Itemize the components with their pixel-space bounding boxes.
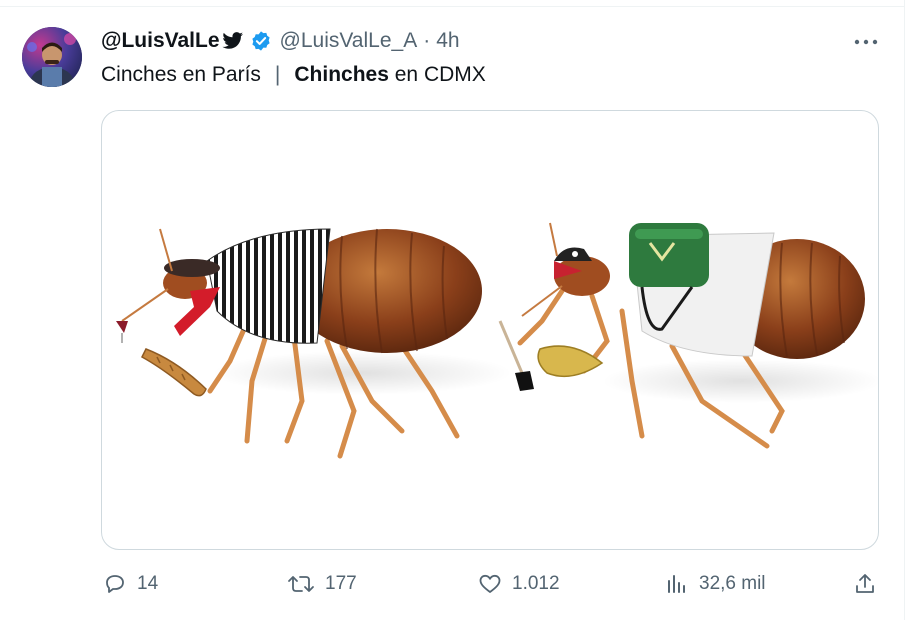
more-options-icon[interactable]: [852, 30, 880, 54]
reply-icon: [103, 572, 127, 596]
avatar[interactable]: [22, 27, 82, 87]
bedbug-paris: [116, 228, 512, 459]
tweet-text-part2: en CDMX: [388, 63, 486, 86]
right-divider: [904, 0, 905, 620]
like-icon: [478, 572, 502, 596]
bird-icon: [221, 31, 244, 51]
tweet-media[interactable]: [101, 110, 879, 550]
share-button[interactable]: [853, 566, 877, 602]
retweet-button[interactable]: 177: [287, 566, 357, 602]
tweet-text-bold: Chinches: [294, 63, 389, 86]
retweet-icon: [287, 572, 315, 596]
separator-dot: ·: [423, 29, 431, 52]
views-icon: [665, 572, 689, 596]
display-name[interactable]: @LuisValLe: [101, 29, 220, 53]
avatar-image: [22, 27, 82, 87]
like-count: 1.012: [512, 573, 560, 594]
tweet-actions: 14 177 1.012 32,6 mil: [101, 566, 881, 602]
tweet-text-separator: |: [274, 63, 281, 86]
timestamp[interactable]: 4h: [436, 29, 459, 53]
retweet-count: 177: [325, 573, 357, 594]
tweet-text: Cinches en París | Chinches en CDMX: [101, 63, 486, 87]
top-divider: [0, 6, 905, 7]
verified-badge-icon[interactable]: [250, 30, 272, 52]
bedbug-cdmx: [498, 222, 878, 449]
like-button[interactable]: 1.012: [478, 566, 560, 602]
tweet-header: @LuisValLe @LuisValLe_A · 4h: [101, 26, 460, 56]
views-button[interactable]: 32,6 mil: [665, 566, 766, 602]
reply-button[interactable]: 14: [103, 566, 158, 602]
views-count: 32,6 mil: [699, 573, 766, 594]
handle[interactable]: @LuisValLe_A: [280, 29, 418, 53]
reply-count: 14: [137, 573, 159, 594]
bedbugs-illustration: [116, 222, 878, 459]
tweet-text-part1: Cinches en París: [101, 63, 261, 86]
share-icon: [853, 572, 877, 596]
